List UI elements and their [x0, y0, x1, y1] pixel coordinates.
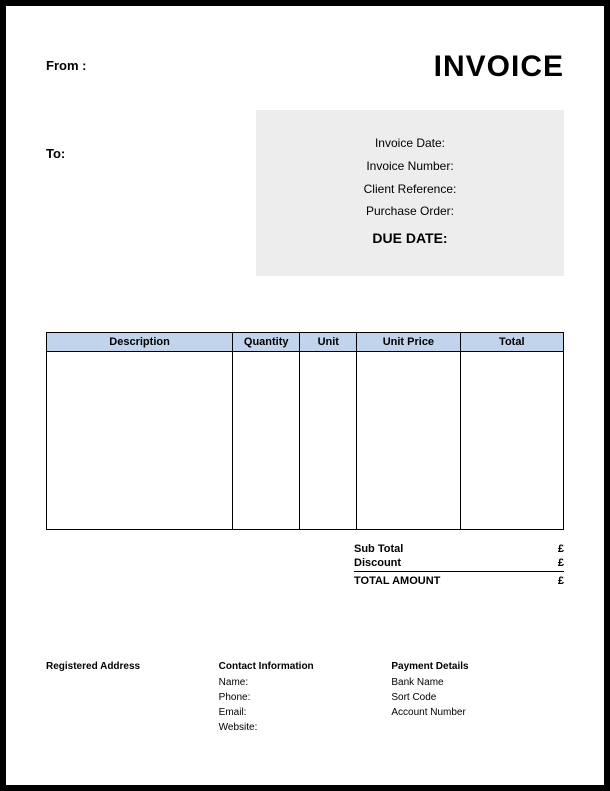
- contact-email: Email:: [219, 705, 392, 720]
- from-label: From :: [46, 58, 86, 73]
- payment-bank: Bank Name: [391, 675, 564, 690]
- contact-name: Name:: [219, 675, 392, 690]
- total-amount-label: TOTAL AMOUNT: [354, 575, 440, 587]
- discount-label: Discount: [354, 557, 401, 569]
- discount-value: £: [558, 557, 564, 569]
- invoice-meta-box: Invoice Date: Invoice Number: Client Ref…: [256, 110, 564, 276]
- sub-total-label: Sub Total: [354, 543, 403, 555]
- cell-unit-price: [357, 351, 460, 529]
- cell-unit: [300, 351, 357, 529]
- line-items-table: Description Quantity Unit Unit Price Tot…: [46, 332, 564, 530]
- purchase-order-label: Purchase Order:: [276, 200, 544, 223]
- invoice-page: From : INVOICE To: Invoice Date: Invoice…: [0, 0, 610, 791]
- invoice-title: INVOICE: [434, 50, 564, 84]
- to-label: To:: [46, 146, 256, 276]
- invoice-number-label: Invoice Number:: [276, 155, 544, 178]
- due-date-label: DUE DATE:: [276, 225, 544, 252]
- payment-heading: Payment Details: [391, 661, 564, 672]
- footer: Registered Address Contact Information N…: [46, 661, 564, 735]
- col-header-unit: Unit: [300, 332, 357, 351]
- payment-account: Account Number: [391, 705, 564, 720]
- totals-block: Sub Total £ Discount £ TOTAL AMOUNT £: [354, 542, 564, 588]
- col-header-total: Total: [460, 332, 563, 351]
- meta-row: To: Invoice Date: Invoice Number: Client…: [46, 110, 564, 276]
- client-reference-label: Client Reference:: [276, 178, 544, 201]
- payment-details-col: Payment Details Bank Name Sort Code Acco…: [391, 661, 564, 735]
- total-amount-value: £: [558, 575, 564, 587]
- table-header-row: Description Quantity Unit Unit Price Tot…: [47, 332, 564, 351]
- cell-total: [460, 351, 563, 529]
- registered-address-col: Registered Address: [46, 661, 219, 735]
- sub-total-row: Sub Total £: [354, 542, 564, 556]
- col-header-description: Description: [47, 332, 233, 351]
- contact-heading: Contact Information: [219, 661, 392, 672]
- payment-sort: Sort Code: [391, 690, 564, 705]
- col-header-quantity: Quantity: [233, 332, 300, 351]
- header-row: From : INVOICE: [46, 50, 564, 84]
- cell-quantity: [233, 351, 300, 529]
- table-row: [47, 351, 564, 529]
- sub-total-value: £: [558, 543, 564, 555]
- contact-phone: Phone:: [219, 690, 392, 705]
- registered-address-heading: Registered Address: [46, 661, 219, 672]
- col-header-unit-price: Unit Price: [357, 332, 460, 351]
- contact-website: Website:: [219, 720, 392, 735]
- cell-description: [47, 351, 233, 529]
- contact-info-col: Contact Information Name: Phone: Email: …: [219, 661, 392, 735]
- discount-row: Discount £: [354, 556, 564, 572]
- invoice-date-label: Invoice Date:: [276, 132, 544, 155]
- total-amount-row: TOTAL AMOUNT £: [354, 574, 564, 588]
